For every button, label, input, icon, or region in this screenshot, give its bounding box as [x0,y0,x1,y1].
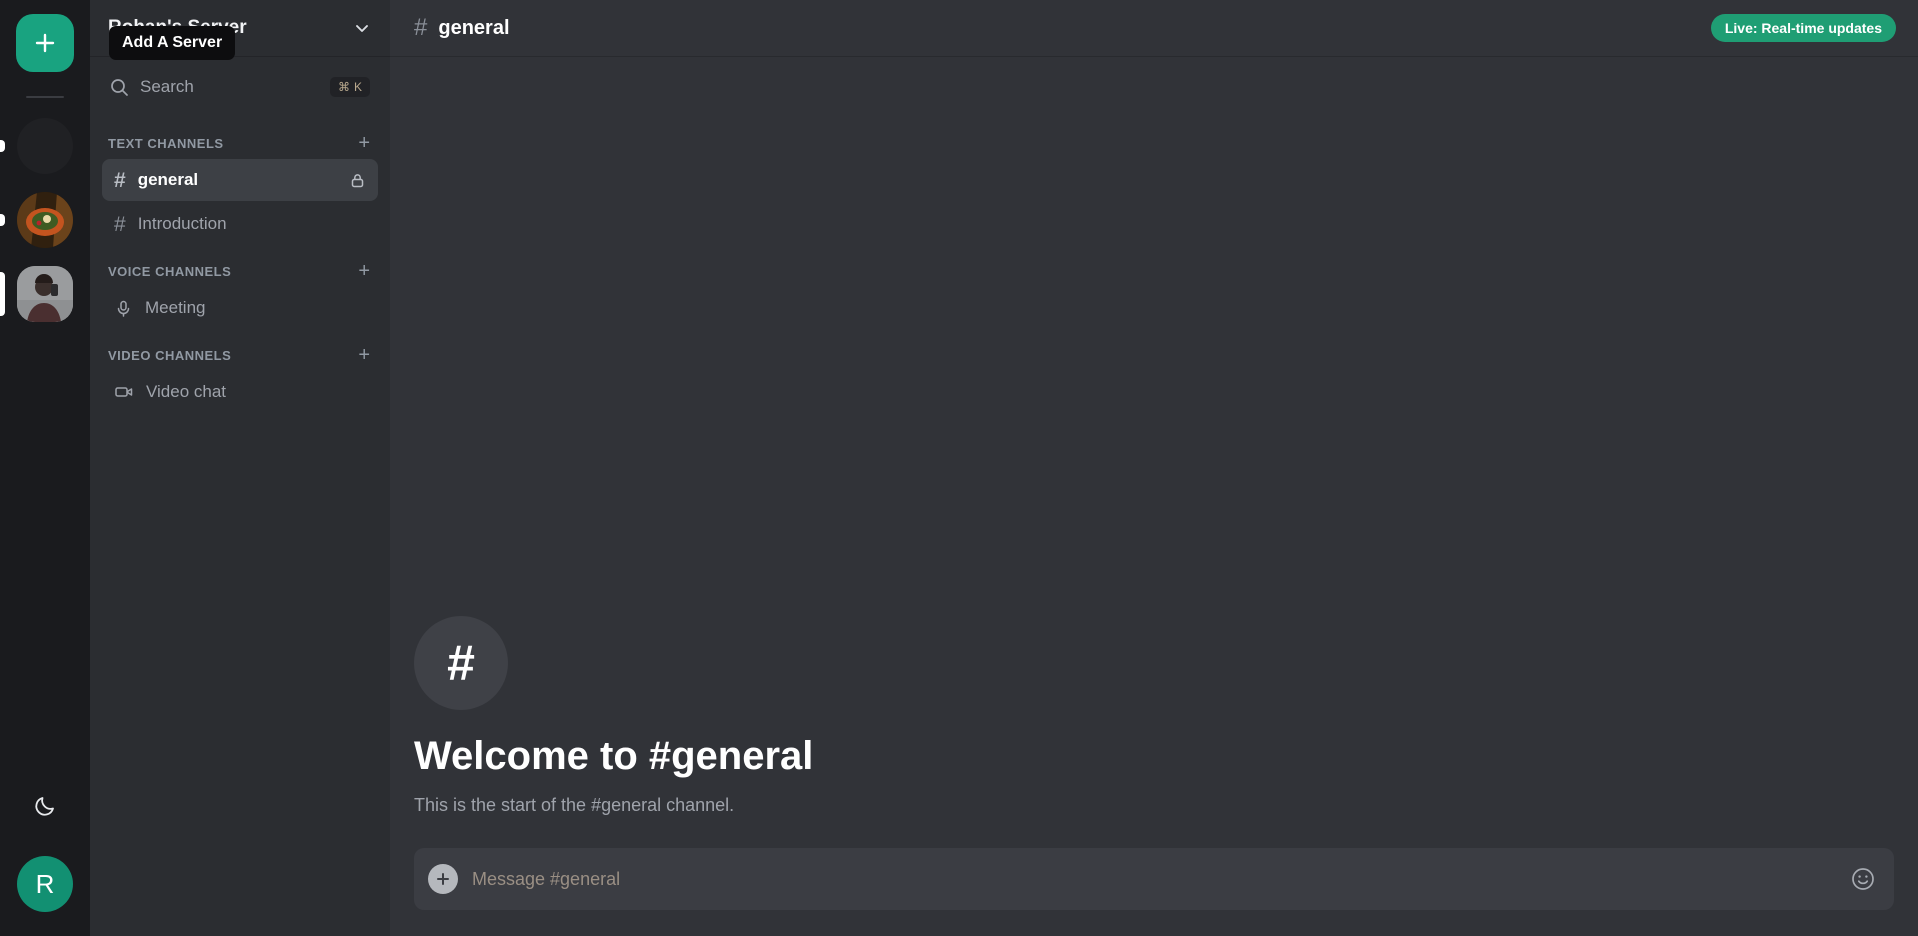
sidebar-channel-video-chat[interactable]: Video chat [102,371,378,413]
message-input-box[interactable]: Message #general [414,848,1894,910]
page-title: general [438,16,510,39]
server-indicator-pill [0,140,5,152]
emoji-button[interactable] [1850,866,1876,892]
sidebar-channel-meeting[interactable]: Meeting [102,287,378,329]
message-input-placeholder[interactable]: Message #general [472,869,1836,890]
user-photo [17,266,73,322]
server-icon-food[interactable] [17,192,73,248]
hash-icon: # [414,14,428,41]
moon-icon [35,797,54,816]
plus-icon[interactable]: + [358,345,370,365]
search-shortcut-badge: ⌘ K [329,77,370,97]
chevron-down-icon[interactable] [352,18,372,38]
shortcut-key: K [353,80,362,94]
food-photo [17,192,73,248]
channel-list: TEXT CHANNELS + # general # Introduction… [90,115,390,936]
welcome-subtitle: This is the start of the #general channe… [414,795,735,815]
plus-icon [437,873,449,885]
welcome-block: # Welcome to #general This is the start … [414,616,1894,842]
user-avatar-initial: R [35,868,55,899]
rail-divider [26,96,64,98]
category-text-channels[interactable]: TEXT CHANNELS + [102,119,378,159]
category-label: TEXT CHANNELS [108,135,224,151]
main-panel: # general Live: Real-time updates # Welc… [390,0,1918,936]
theme-toggle-button[interactable] [25,786,65,826]
composer: Message #general [390,848,1918,936]
hash-icon: # [114,168,126,192]
app-root: R Rohan's Server Add A Server Search ⌘ K [0,0,1918,936]
server-indicator-pill [0,214,5,226]
category-label: VOICE CHANNELS [108,263,232,279]
add-server-slot [0,14,90,72]
server-icon-food-slot [0,192,90,248]
channel-label: Meeting [145,298,206,317]
channel-hash-avatar: # [414,616,508,710]
hash-icon: # [447,635,475,691]
sidebar-channel-introduction[interactable]: # Introduction [102,203,378,245]
channel-label: general [137,170,199,189]
server-icon-dark-slot [0,118,90,174]
status-badge: Live: Real-time updates [1710,14,1896,42]
welcome-title: Welcome to #general [414,734,814,778]
sidebar-channel-general[interactable]: # general [102,159,378,201]
message-area: # Welcome to #general This is the start … [390,57,1918,848]
user-avatar[interactable]: R [17,856,73,912]
hash-icon: # [114,212,126,236]
server-indicator-pill-active [0,272,5,316]
plus-icon[interactable]: + [358,261,370,281]
rail-bottom: R [17,786,73,936]
search-icon [111,78,128,96]
smiley-icon [1852,868,1874,890]
attach-button[interactable] [428,864,458,894]
lock-icon [351,173,364,187]
channel-label: Introduction [137,214,227,233]
channel-label: Video chat [146,382,227,401]
add-server-tooltip: Add A Server [109,26,236,60]
search-section: Search ⌘ K [90,57,390,115]
server-rail: R [0,0,90,936]
plus-icon [35,33,55,53]
server-icon-rohan-slot [0,266,90,322]
server-icon-rohan[interactable] [17,266,73,322]
search-input[interactable]: Search ⌘ K [106,70,374,104]
category-voice-channels[interactable]: VOICE CHANNELS + [102,247,378,287]
shortcut-cmd: ⌘ [337,80,350,94]
channel-header: # general Live: Real-time updates [390,0,1918,57]
search-placeholder: Search [140,77,194,96]
category-video-channels[interactable]: VIDEO CHANNELS + [102,331,378,371]
microphone-icon [117,300,130,317]
plus-icon[interactable]: + [358,133,370,153]
server-icon-dark[interactable] [17,118,73,174]
add-server-button[interactable] [16,14,74,72]
channel-sidebar: Rohan's Server Add A Server Search ⌘ K [90,0,390,936]
video-camera-icon [115,387,133,397]
category-label: VIDEO CHANNELS [108,347,232,363]
